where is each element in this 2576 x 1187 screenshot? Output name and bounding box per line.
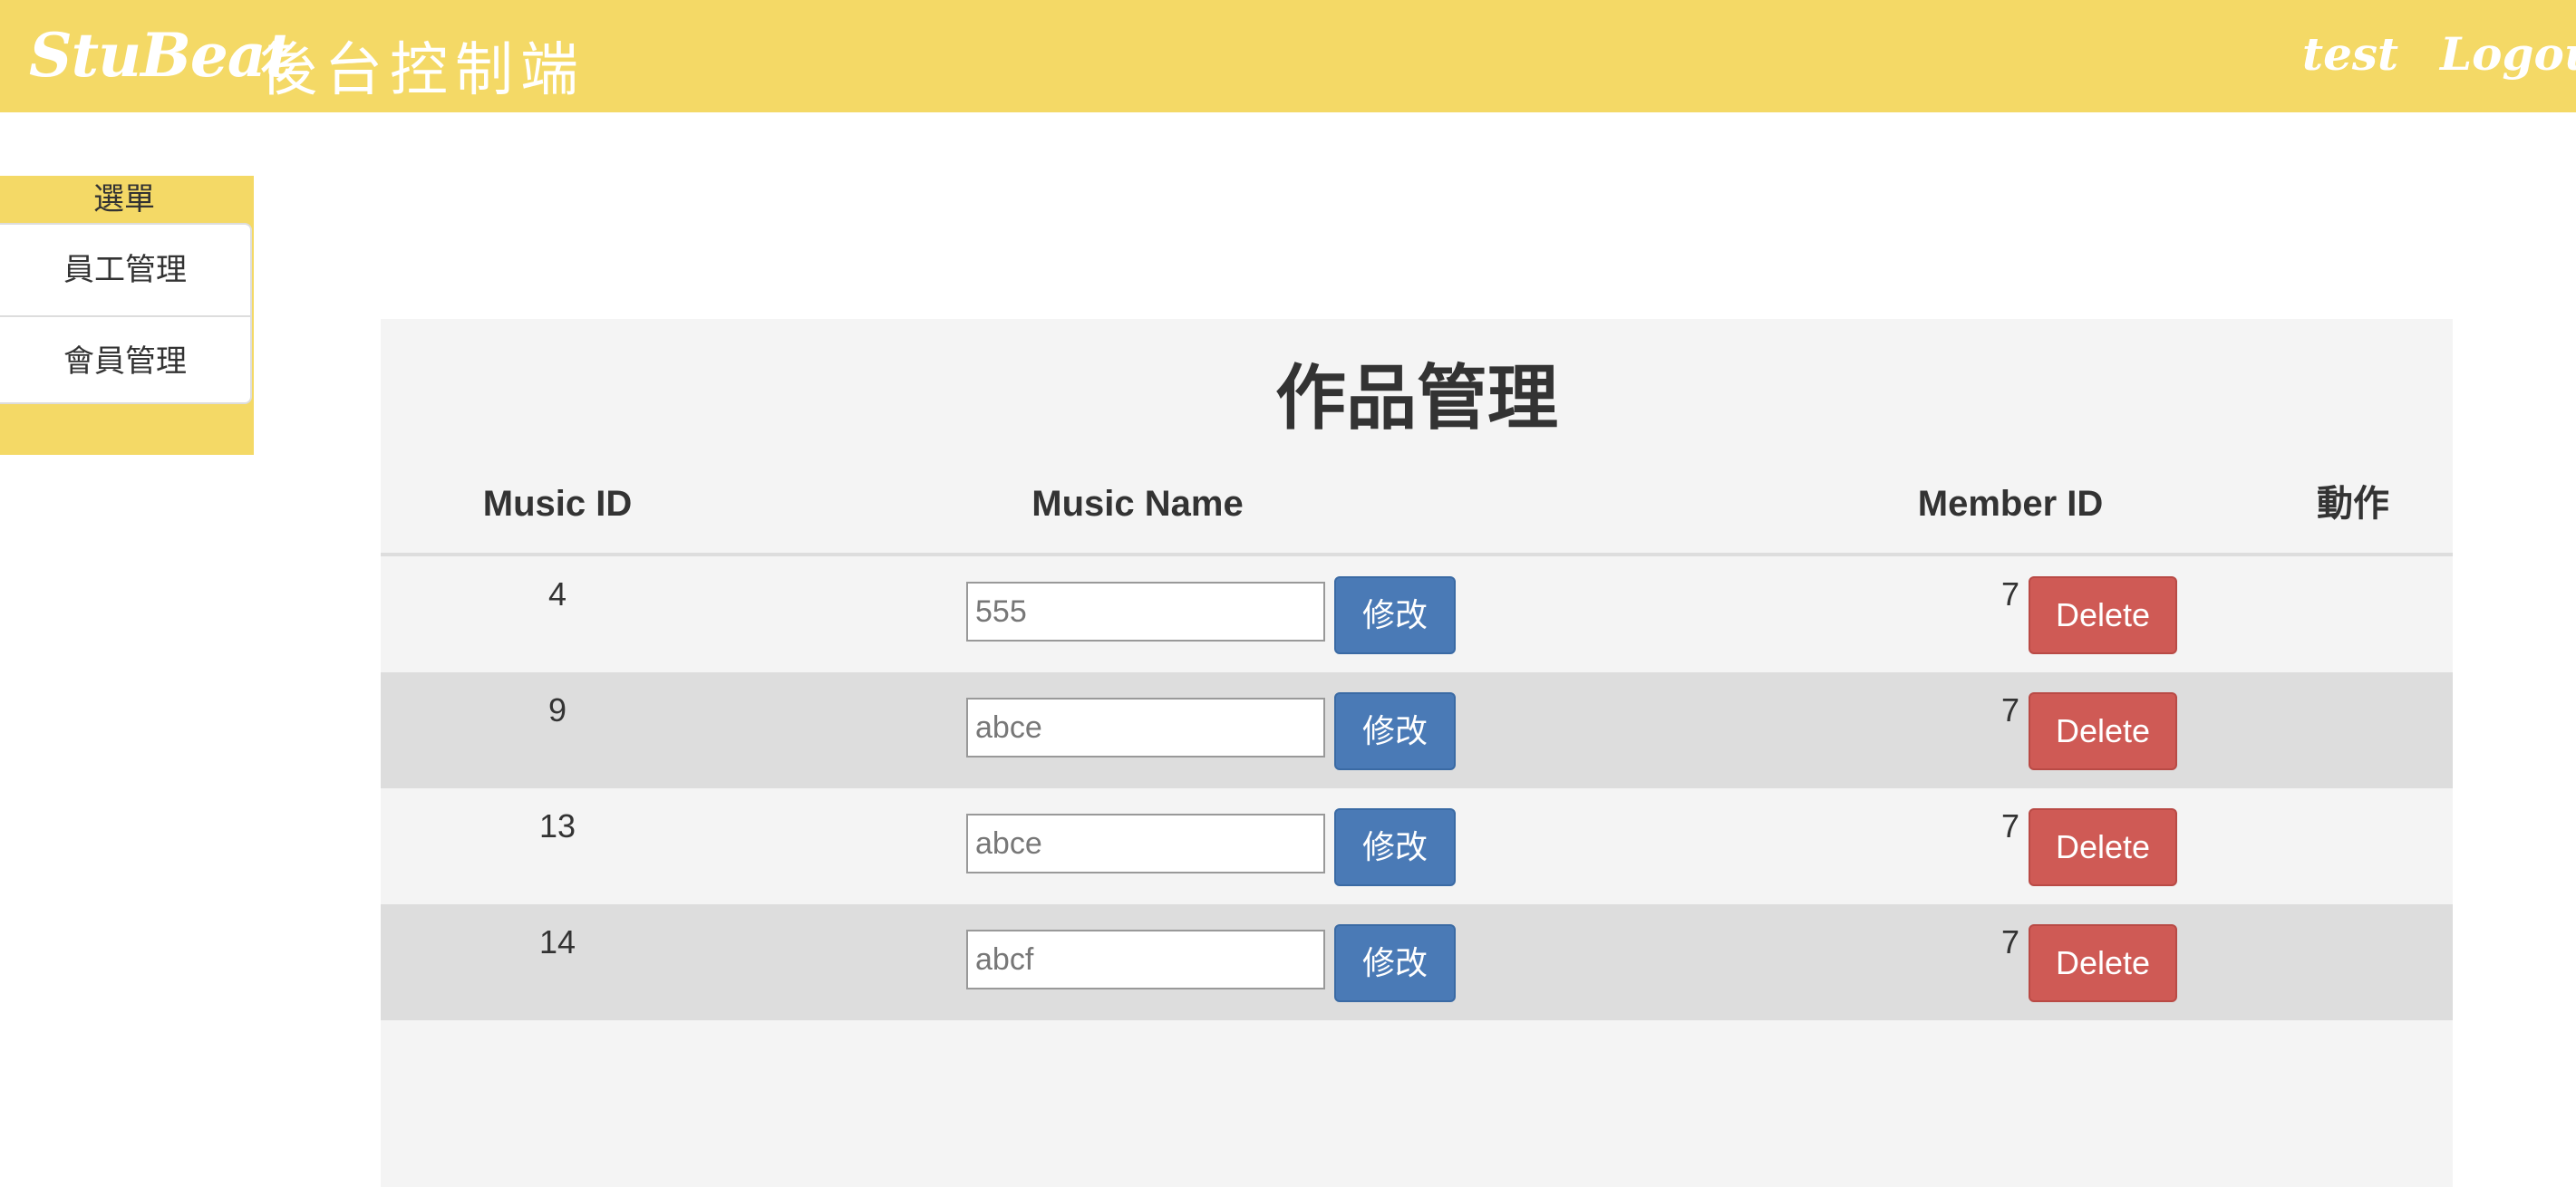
table-row: 14 修改 7 Delete [381,904,2453,1020]
top-navbar: StuBeat 後台控制端 test Logout [0,0,2576,112]
column-header-member-id: Member ID [1917,484,2104,524]
delete-button[interactable]: Delete [2029,808,2177,886]
music-name-input[interactable] [966,930,1325,989]
works-table-body: 4 修改 7 Delete 9 修改 7 Delete 13 修改 7 Dele… [381,556,2453,1020]
delete-button[interactable]: Delete [2029,924,2177,1002]
edit-button[interactable]: 修改 [1334,924,1456,1002]
column-header-action: 動作 [2317,484,2389,524]
music-id-cell: 9 [547,691,567,729]
delete-button[interactable]: Delete [2029,576,2177,654]
sidebar-item-staff-management[interactable]: 員工管理 [0,225,250,315]
sidebar-menu: 選單 員工管理 會員管理 [0,176,254,455]
edit-button[interactable]: 修改 [1334,576,1456,654]
sidebar-title: 選單 [93,182,155,217]
column-header-music-id: Music ID [482,484,633,524]
user-link[interactable]: test [2302,27,2398,81]
table-row: 9 修改 7 Delete [381,672,2453,788]
delete-button[interactable]: Delete [2029,692,2177,770]
table-row: 4 修改 7 Delete [381,556,2453,672]
music-id-cell: 4 [547,575,567,613]
music-name-input[interactable] [966,698,1325,758]
table-row: 13 修改 7 Delete [381,788,2453,904]
music-id-cell: 14 [538,923,576,960]
logout-link[interactable]: Logout [2440,27,2576,81]
works-management-panel: 作品管理 Music ID Music Name Member ID 動作 4 … [381,319,2453,1187]
edit-button[interactable]: 修改 [1334,808,1456,886]
brand-logo[interactable]: StuBeat [29,20,293,91]
music-name-input[interactable] [966,582,1325,642]
page-title: 作品管理 [1274,358,1558,438]
column-header-music-name: Music Name [1031,484,1244,524]
brand-subtitle: 後台控制端 [259,37,586,104]
edit-button[interactable]: 修改 [1334,692,1456,770]
music-id-cell: 13 [538,807,576,844]
music-name-input[interactable] [966,814,1325,873]
sidebar-item-member-management[interactable]: 會員管理 [0,315,250,406]
sidebar-list: 員工管理 會員管理 [0,223,252,404]
